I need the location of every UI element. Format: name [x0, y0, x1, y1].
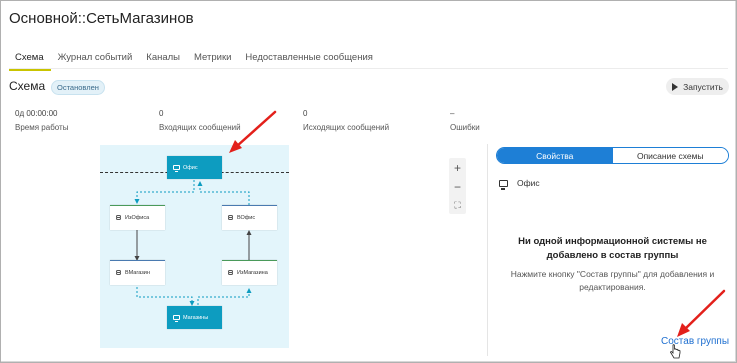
- fit-screen-icon[interactable]: ⛶: [454, 201, 460, 210]
- status-badge: Остановлен: [51, 80, 105, 95]
- empty-state-title: Ни одной информационной системы не добав…: [518, 236, 707, 261]
- page-title: Основной::СетьМагазинов: [9, 10, 194, 27]
- database-icon: [116, 214, 122, 222]
- monitor-icon: [173, 315, 180, 322]
- stat-value: 0д 00:00:00: [15, 109, 58, 118]
- hand-cursor-icon: [670, 344, 681, 359]
- node-label: Магазины: [183, 314, 209, 321]
- node-label: ИзМагазина: [237, 270, 268, 276]
- node-label: ВОфис: [237, 215, 256, 221]
- stat-label: Исходящих сообщений: [303, 123, 390, 132]
- diagram-node-office[interactable]: Офис: [167, 156, 222, 179]
- stat-label: Ошибки: [450, 123, 480, 132]
- run-button[interactable]: Запустить: [666, 78, 729, 95]
- selected-item-label: Офис: [517, 178, 540, 188]
- node-label: ИзОфиса: [125, 215, 150, 221]
- node-label: ВМагазин: [125, 270, 150, 276]
- diagram-node-from-store[interactable]: ИзМагазина: [222, 260, 277, 285]
- play-icon: [672, 82, 679, 91]
- diagram-node-to-store[interactable]: ВМагазин: [110, 260, 165, 285]
- node-label: Офис: [183, 164, 198, 171]
- stat-uptime: 0д 00:00:00 Время работы: [15, 109, 68, 132]
- tabs-divider: [9, 68, 728, 69]
- section-title: Схема: [9, 79, 46, 93]
- zoom-out-icon[interactable]: −: [454, 181, 461, 193]
- stat-value: 0: [303, 109, 308, 118]
- diagram-node-to-office[interactable]: ВОфис: [222, 205, 277, 230]
- tab-properties[interactable]: Свойства: [497, 148, 613, 163]
- stat-errors: – Ошибки: [450, 109, 480, 132]
- database-icon: [228, 269, 234, 277]
- stat-label: Время работы: [15, 123, 69, 132]
- zoom-in-icon[interactable]: +: [454, 162, 461, 174]
- tab-scheme-description[interactable]: Описание схемы: [612, 148, 728, 163]
- zoom-controls: + − ⛶: [449, 158, 466, 214]
- diagram-node-from-office[interactable]: ИзОфиса: [110, 205, 165, 230]
- database-icon: [116, 269, 122, 277]
- stat-outgoing: 0 Исходящих сообщений: [303, 109, 389, 132]
- monitor-icon: [173, 165, 180, 172]
- database-icon: [228, 214, 234, 222]
- annotation-arrow-icon: [677, 289, 726, 337]
- run-button-label: Запустить: [683, 81, 723, 92]
- selected-item: Офис: [499, 178, 540, 190]
- annotation-arrow-icon: [229, 110, 277, 153]
- right-panel-divider: [487, 144, 488, 356]
- diagram-node-stores[interactable]: Магазины: [167, 306, 222, 329]
- monitor-icon: [499, 179, 508, 190]
- right-panel-tabs: Свойства Описание схемы: [496, 147, 729, 164]
- stat-value: –: [450, 109, 455, 118]
